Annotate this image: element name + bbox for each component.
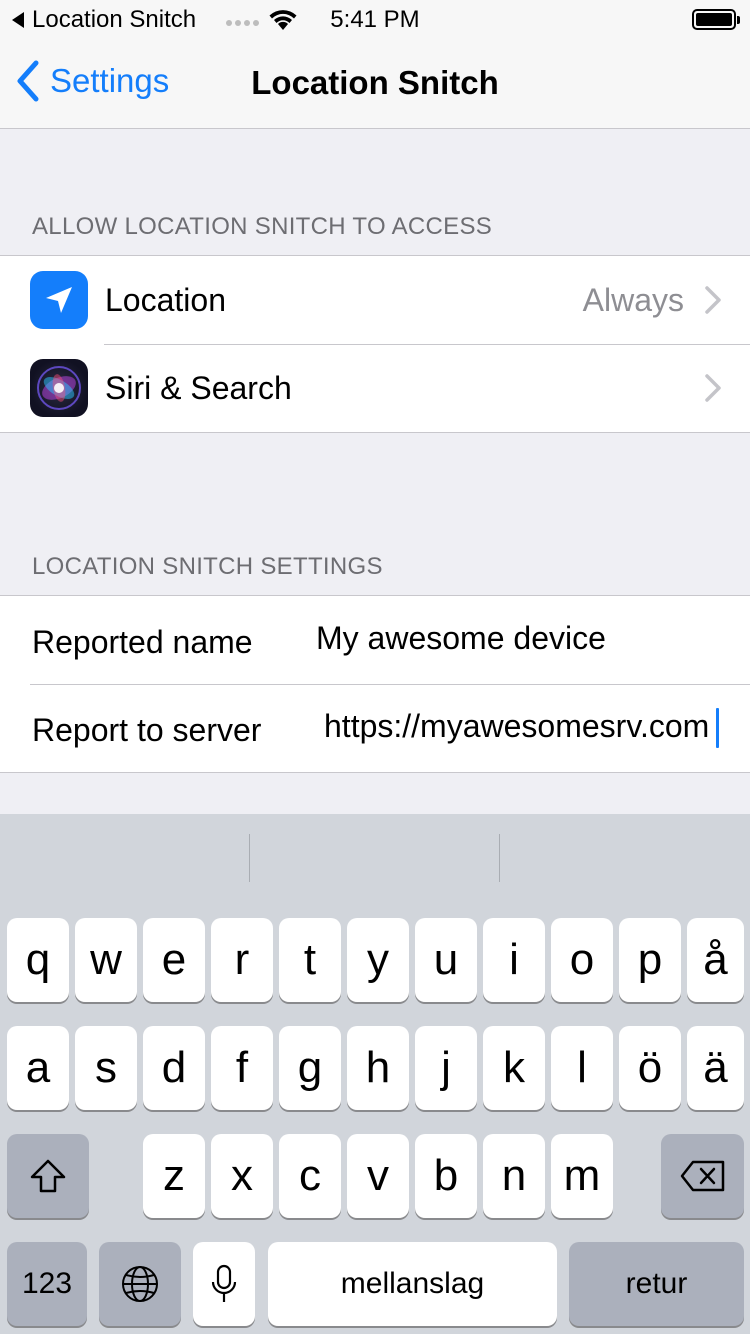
report-server-label: Report to server (32, 712, 262, 748)
location-value: Always (582, 282, 684, 318)
report-server-field[interactable]: https://myawesomesrv.com (324, 708, 721, 745)
access-group: Location Always Siri & Search (0, 255, 750, 433)
key-a-ring[interactable]: å (687, 918, 744, 1002)
location-row[interactable]: Location Always (0, 256, 750, 344)
key-o[interactable]: o (551, 918, 613, 1002)
key-z[interactable]: z (143, 1134, 205, 1218)
key-v[interactable]: v (347, 1134, 409, 1218)
navigation-bar: Settings Location Snitch (0, 40, 750, 129)
chevron-right-icon (705, 374, 721, 402)
location-label: Location (105, 282, 226, 318)
section-header-settings: LOCATION SNITCH SETTINGS (32, 553, 383, 580)
keyboard: q w e r t y u i o p å a s d f g h j k l … (0, 814, 750, 1334)
text-caret (716, 708, 719, 748)
siri-search-label: Siri & Search (105, 370, 292, 406)
key-c[interactable]: c (279, 1134, 341, 1218)
location-arrow-icon (30, 271, 88, 329)
key-i[interactable]: i (483, 918, 545, 1002)
key-a[interactable]: a (7, 1026, 69, 1110)
siri-icon (30, 359, 88, 417)
key-u[interactable]: u (415, 918, 477, 1002)
key-h[interactable]: h (347, 1026, 409, 1110)
key-l[interactable]: l (551, 1026, 613, 1110)
status-time: 5:41 PM (330, 6, 420, 33)
prediction-divider (499, 834, 500, 882)
backspace-icon (680, 1160, 724, 1192)
key-b[interactable]: b (415, 1134, 477, 1218)
dictation-key[interactable] (193, 1242, 255, 1326)
chevron-right-icon (705, 286, 721, 314)
status-bar: Location Snitch 5:41 PM (0, 0, 750, 40)
reported-name-label: Reported name (32, 624, 253, 660)
reported-name-field[interactable]: My awesome device (316, 620, 726, 657)
key-q[interactable]: q (7, 918, 69, 1002)
globe-key[interactable] (99, 1242, 181, 1326)
key-o-umlaut[interactable]: ö (619, 1026, 681, 1110)
page-title: Location Snitch (251, 64, 499, 101)
key-m[interactable]: m (551, 1134, 613, 1218)
key-j[interactable]: j (415, 1026, 477, 1110)
return-key[interactable]: retur (569, 1242, 744, 1326)
settings-group: Reported name My awesome device Report t… (0, 595, 750, 773)
shift-key[interactable] (7, 1134, 89, 1218)
battery-icon (692, 9, 740, 30)
key-r[interactable]: r (211, 918, 273, 1002)
key-y[interactable]: y (347, 918, 409, 1002)
key-f[interactable]: f (211, 1026, 273, 1110)
siri-search-row[interactable]: Siri & Search (0, 344, 750, 432)
prediction-bar (0, 814, 750, 902)
numbers-key[interactable]: 123 (7, 1242, 87, 1326)
key-d[interactable]: d (143, 1026, 205, 1110)
key-a-umlaut[interactable]: ä (687, 1026, 744, 1110)
section-header-access: ALLOW LOCATION SNITCH TO ACCESS (32, 213, 493, 240)
key-p[interactable]: p (619, 918, 681, 1002)
key-n[interactable]: n (483, 1134, 545, 1218)
report-server-row: Report to server https://myawesomesrv.co… (0, 684, 750, 772)
globe-icon (122, 1266, 158, 1302)
key-s[interactable]: s (75, 1026, 137, 1110)
key-e[interactable]: e (143, 918, 205, 1002)
microphone-icon (211, 1264, 237, 1302)
key-x[interactable]: x (211, 1134, 273, 1218)
key-g[interactable]: g (279, 1026, 341, 1110)
space-key[interactable]: mellanslag (268, 1242, 557, 1326)
report-server-value: https://myawesomesrv.com (324, 708, 710, 744)
key-k[interactable]: k (483, 1026, 545, 1110)
prediction-divider (249, 834, 250, 882)
key-w[interactable]: w (75, 918, 137, 1002)
shift-icon (30, 1159, 66, 1193)
delete-key[interactable] (661, 1134, 744, 1218)
reported-name-row: Reported name My awesome device (0, 596, 750, 684)
key-t[interactable]: t (279, 918, 341, 1002)
